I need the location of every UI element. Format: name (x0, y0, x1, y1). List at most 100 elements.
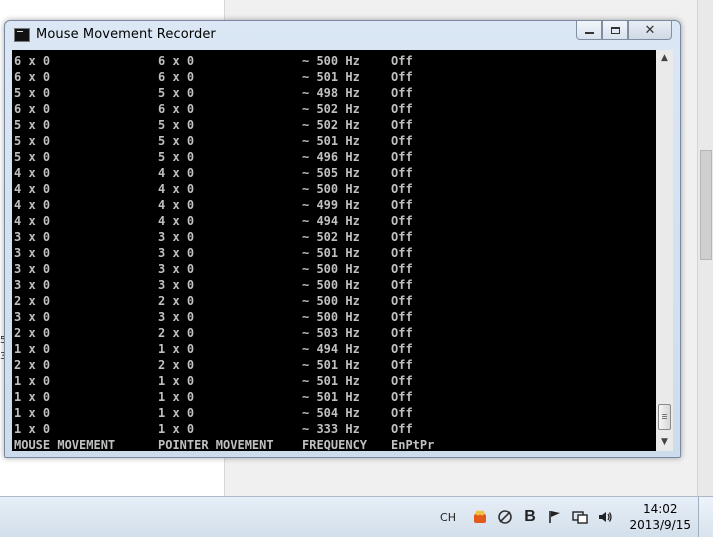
clock-time: 14:02 (642, 502, 678, 516)
mouse-movement-cell: 4 x 0 (14, 214, 51, 228)
enptpr-cell: Off (391, 214, 413, 228)
frequency-cell: ~ 500 Hz (302, 182, 360, 196)
scroll-up-arrow-icon[interactable]: ▲ (656, 50, 673, 67)
enptpr-cell: Off (391, 342, 413, 356)
frequency-cell: ~ 496 Hz (302, 150, 360, 164)
pointer-movement-cell: 5 x 0 (158, 150, 195, 164)
console-scrollbar[interactable]: ▲ ▼ (656, 50, 673, 451)
mouse-movement-cell: 2 x 0 (14, 326, 51, 340)
enptpr-cell: Off (391, 390, 413, 404)
mouse-movement-cell: 1 x 0 (14, 422, 51, 436)
background-scrollbar[interactable] (697, 0, 713, 496)
maximize-button[interactable] (602, 21, 628, 40)
maximize-icon (610, 26, 620, 34)
pointer-movement-cell: 3 x 0 (158, 246, 195, 260)
background-scroll-thumb[interactable] (700, 150, 712, 260)
mouse-movement-cell: 3 x 0 (14, 278, 51, 292)
pointer-movement-cell: 1 x 0 (158, 390, 195, 404)
enptpr-cell: Off (391, 294, 413, 308)
frequency-cell: ~ 501 Hz (302, 358, 360, 372)
frequency-cell: ~ 498 Hz (302, 86, 360, 100)
frequency-cell: ~ 500 Hz (302, 310, 360, 324)
antivirus-icon[interactable] (497, 509, 513, 525)
console-app-icon[interactable] (14, 28, 30, 42)
enptpr-cell: Off (391, 118, 413, 132)
volume-icon[interactable] (597, 509, 613, 525)
pointer-movement-cell: 4 x 0 (158, 214, 195, 228)
mouse-movement-cell: 1 x 0 (14, 374, 51, 388)
show-desktop-button[interactable] (698, 497, 713, 537)
frequency-cell: ~ 494 Hz (302, 342, 360, 356)
header-mouse-movement: MOUSE MOVEMENT (14, 438, 116, 451)
frequency-cell: ~ 502 Hz (302, 230, 360, 244)
system-tray: CH B (431, 497, 613, 537)
pointer-movement-cell: 4 x 0 (158, 182, 195, 196)
scroll-thumb[interactable] (658, 404, 671, 430)
enptpr-cell: Off (391, 358, 413, 372)
title-bar[interactable]: Mouse Movement Recorder ✕ (5, 21, 680, 49)
input-method-icon[interactable] (472, 509, 488, 525)
enptpr-cell: Off (391, 166, 413, 180)
enptpr-cell: Off (391, 246, 413, 260)
b-app-icon[interactable]: B (522, 508, 538, 525)
pointer-movement-cell: 5 x 0 (158, 134, 195, 148)
flag-icon[interactable] (547, 509, 563, 525)
mouse-movement-cell: 5 x 0 (14, 86, 51, 100)
enptpr-cell: Off (391, 262, 413, 276)
frequency-cell: ~ 501 Hz (302, 390, 360, 404)
network-icon[interactable] (572, 509, 588, 525)
header-enptpr: EnPtPr (391, 438, 435, 451)
frequency-cell: ~ 500 Hz (302, 262, 360, 276)
mouse-movement-cell: 3 x 0 (14, 246, 51, 260)
pointer-movement-cell: 5 x 0 (158, 86, 195, 100)
frequency-cell: ~ 499 Hz (302, 198, 360, 212)
mouse-movement-cell: 2 x 0 (14, 358, 51, 372)
enptpr-cell: Off (391, 70, 413, 84)
window-title: Mouse Movement Recorder (36, 27, 216, 42)
mouse-movement-cell: 6 x 0 (14, 102, 51, 116)
pointer-movement-cell: 3 x 0 (158, 278, 195, 292)
mouse-movement-cell: 5 x 0 (14, 150, 51, 164)
mouse-movement-cell: 3 x 0 (14, 262, 51, 276)
pointer-movement-cell: 2 x 0 (158, 326, 195, 340)
pointer-movement-cell: 2 x 0 (158, 358, 195, 372)
minimize-icon (584, 32, 594, 34)
pointer-movement-cell: 3 x 0 (158, 230, 195, 244)
pointer-movement-cell: 1 x 0 (158, 422, 195, 436)
pointer-movement-cell: 1 x 0 (158, 342, 195, 356)
frequency-cell: ~ 501 Hz (302, 70, 360, 84)
frequency-cell: ~ 505 Hz (302, 166, 360, 180)
clock-date: 2013/9/15 (629, 518, 691, 532)
console-output[interactable]: 6 x 0 6 x 0 ~ 500 Hz Off 6 x 0 6 x 0 ~ 501 Hz O… (12, 50, 673, 451)
pointer-movement-cell: 5 x 0 (158, 118, 195, 132)
frequency-cell: ~ 501 Hz (302, 246, 360, 260)
taskbar: CH B 14:02 2013/9/15 (0, 496, 713, 537)
clock[interactable]: 14:02 2013/9/15 (629, 501, 691, 533)
enptpr-cell: Off (391, 102, 413, 116)
scroll-down-arrow-icon[interactable]: ▼ (656, 434, 673, 451)
enptpr-cell: Off (391, 86, 413, 100)
enptpr-cell: Off (391, 278, 413, 292)
mouse-movement-cell: 5 x 0 (14, 134, 51, 148)
frequency-cell: ~ 503 Hz (302, 326, 360, 340)
mouse-movement-cell: 3 x 0 (14, 310, 51, 324)
mouse-movement-cell: 3 x 0 (14, 230, 51, 244)
frequency-cell: ~ 500 Hz (302, 54, 360, 68)
frequency-cell: ~ 494 Hz (302, 214, 360, 228)
frequency-cell: ~ 502 Hz (302, 102, 360, 116)
enptpr-cell: Off (391, 406, 413, 420)
language-indicator[interactable]: CH (440, 511, 456, 524)
mouse-movement-cell: 4 x 0 (14, 198, 51, 212)
pointer-movement-cell: 3 x 0 (158, 262, 195, 276)
enptpr-cell: Off (391, 374, 413, 388)
enptpr-cell: Off (391, 198, 413, 212)
enptpr-cell: Off (391, 310, 413, 324)
close-button[interactable]: ✕ (628, 21, 672, 40)
mouse-movement-cell: 4 x 0 (14, 182, 51, 196)
pointer-movement-cell: 6 x 0 (158, 102, 195, 116)
pointer-movement-cell: 4 x 0 (158, 166, 195, 180)
minimize-button[interactable] (576, 21, 602, 40)
frequency-cell: ~ 333 Hz (302, 422, 360, 436)
frequency-cell: ~ 504 Hz (302, 406, 360, 420)
mouse-movement-cell: 6 x 0 (14, 70, 51, 84)
